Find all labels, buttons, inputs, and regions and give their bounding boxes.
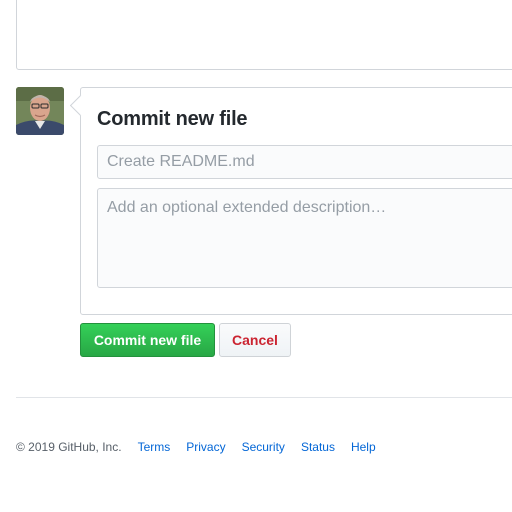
commit-description-input[interactable] <box>97 188 512 288</box>
footer: © 2019 GitHub, Inc. Terms Privacy Securi… <box>16 440 392 454</box>
footer-link-security[interactable]: Security <box>242 440 285 454</box>
commit-summary-input[interactable] <box>97 145 512 179</box>
file-editor-box[interactable] <box>16 0 512 70</box>
avatar-photo <box>16 87 64 135</box>
commit-form-caret <box>69 94 92 117</box>
footer-link-status[interactable]: Status <box>301 440 335 454</box>
footer-divider <box>16 397 512 398</box>
footer-copyright: © 2019 GitHub, Inc. <box>16 440 122 454</box>
footer-link-privacy[interactable]: Privacy <box>186 440 225 454</box>
cancel-button[interactable]: Cancel <box>219 323 291 357</box>
footer-link-terms[interactable]: Terms <box>138 440 171 454</box>
footer-link-help[interactable]: Help <box>351 440 376 454</box>
commit-form-title: Commit new file <box>97 108 248 130</box>
commit-new-file-button[interactable]: Commit new file <box>80 323 215 357</box>
avatar[interactable] <box>16 87 64 135</box>
commit-form: Commit new file <box>69 87 512 315</box>
